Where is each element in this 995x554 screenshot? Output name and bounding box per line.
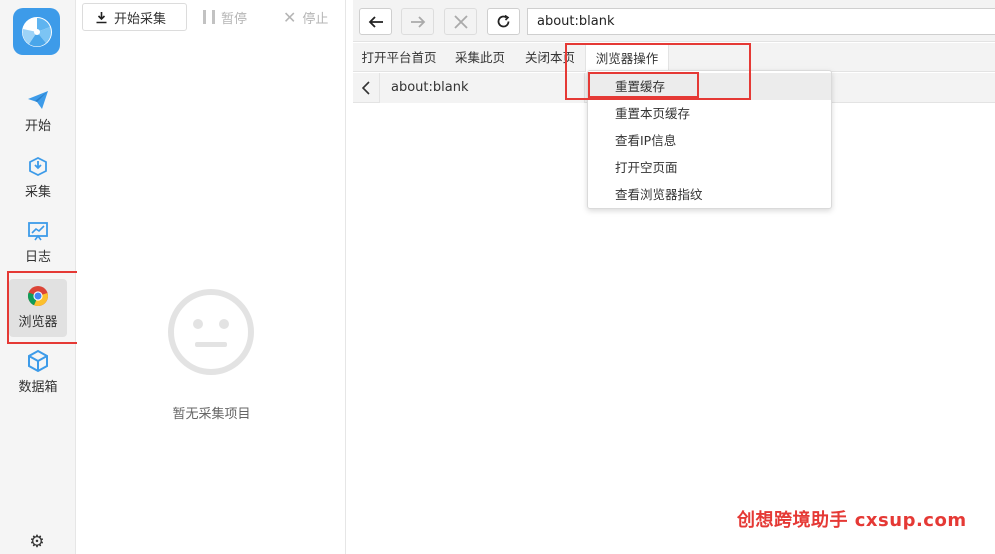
dropdown-reset-cache[interactable]: 重置缓存 [588, 73, 831, 100]
pause-icon [203, 10, 215, 24]
refresh-button[interactable] [487, 8, 520, 35]
pause-label: 暂停 [221, 11, 248, 27]
start-collect-button[interactable]: 开始采集 [82, 3, 187, 31]
empty-state-text: 暂无采集项目 [172, 407, 251, 422]
app-logo [13, 8, 60, 55]
tab-about-blank[interactable]: about:blank [380, 73, 585, 103]
menu-open-platform-home[interactable]: 打开平台首页 [353, 43, 445, 72]
browser-actions-dropdown: 重置缓存 重置本页缓存 查看IP信息 打开空页面 查看浏览器指纹 [587, 70, 832, 209]
forward-button[interactable] [401, 8, 434, 35]
chevron-left-icon [362, 81, 370, 95]
stop-label: 停止 [302, 11, 329, 27]
sidebar-item-collect[interactable]: 采集 [0, 154, 76, 214]
sidebar-item-log[interactable]: 日志 [0, 219, 76, 279]
sidebar-item-label: 开始 [24, 119, 51, 134]
back-button[interactable] [359, 8, 392, 35]
sidebar-item-databox[interactable]: 数据箱 [0, 349, 76, 409]
sidebar-item-label: 浏览器 [18, 315, 58, 330]
address-bar[interactable]: about:blank [527, 8, 995, 35]
stop-button[interactable]: ✕ 停止 [283, 3, 328, 31]
watermark-text: 创想跨境助手 cxsup.com [737, 510, 967, 531]
dropdown-open-blank-page[interactable]: 打开空页面 [588, 154, 831, 181]
download-box-icon [29, 156, 47, 177]
browser-menu-bar: 打开平台首页 采集此页 关闭本页 浏览器操作 [353, 43, 995, 72]
menu-collect-page[interactable]: 采集此页 [445, 43, 515, 72]
sidebar-item-label: 日志 [24, 250, 51, 265]
dropdown-view-ip-info[interactable]: 查看IP信息 [588, 127, 831, 154]
arrow-left-icon [368, 15, 383, 28]
gear-icon[interactable]: ⚙ [28, 533, 46, 551]
sidebar: 开始 采集 日志 浏览器 数据箱 ⚙ [0, 0, 76, 554]
start-collect-label: 开始采集 [114, 11, 167, 27]
stop-loading-button[interactable] [444, 8, 477, 35]
sidebar-item-browser[interactable]: 浏览器 [9, 279, 67, 337]
chrome-icon [27, 286, 48, 307]
presentation-board-icon [28, 222, 48, 241]
close-icon: ✕ [283, 7, 297, 27]
close-icon [453, 14, 468, 29]
download-icon [96, 11, 107, 23]
task-panel: 开始采集 暂停 ✕ 停止 暂无采集项目 [77, 0, 346, 554]
sidebar-item-label: 采集 [24, 185, 51, 200]
neutral-face-icon [168, 289, 254, 375]
dropdown-view-fingerprint[interactable]: 查看浏览器指纹 [588, 181, 831, 208]
sidebar-item-start[interactable]: 开始 [0, 88, 76, 148]
dropdown-reset-page-cache[interactable]: 重置本页缓存 [588, 100, 831, 127]
cube-icon [28, 349, 48, 373]
paper-plane-icon [28, 91, 48, 109]
browser-toolbar: about:blank [353, 0, 995, 42]
refresh-icon [497, 14, 510, 28]
menu-browser-actions[interactable]: 浏览器操作 [585, 43, 669, 72]
arrow-right-icon [410, 15, 425, 28]
pause-button[interactable]: 暂停 [203, 3, 247, 31]
sidebar-item-label: 数据箱 [18, 380, 58, 395]
menu-close-page[interactable]: 关闭本页 [515, 43, 585, 72]
tab-scroll-left-button[interactable] [353, 73, 380, 103]
